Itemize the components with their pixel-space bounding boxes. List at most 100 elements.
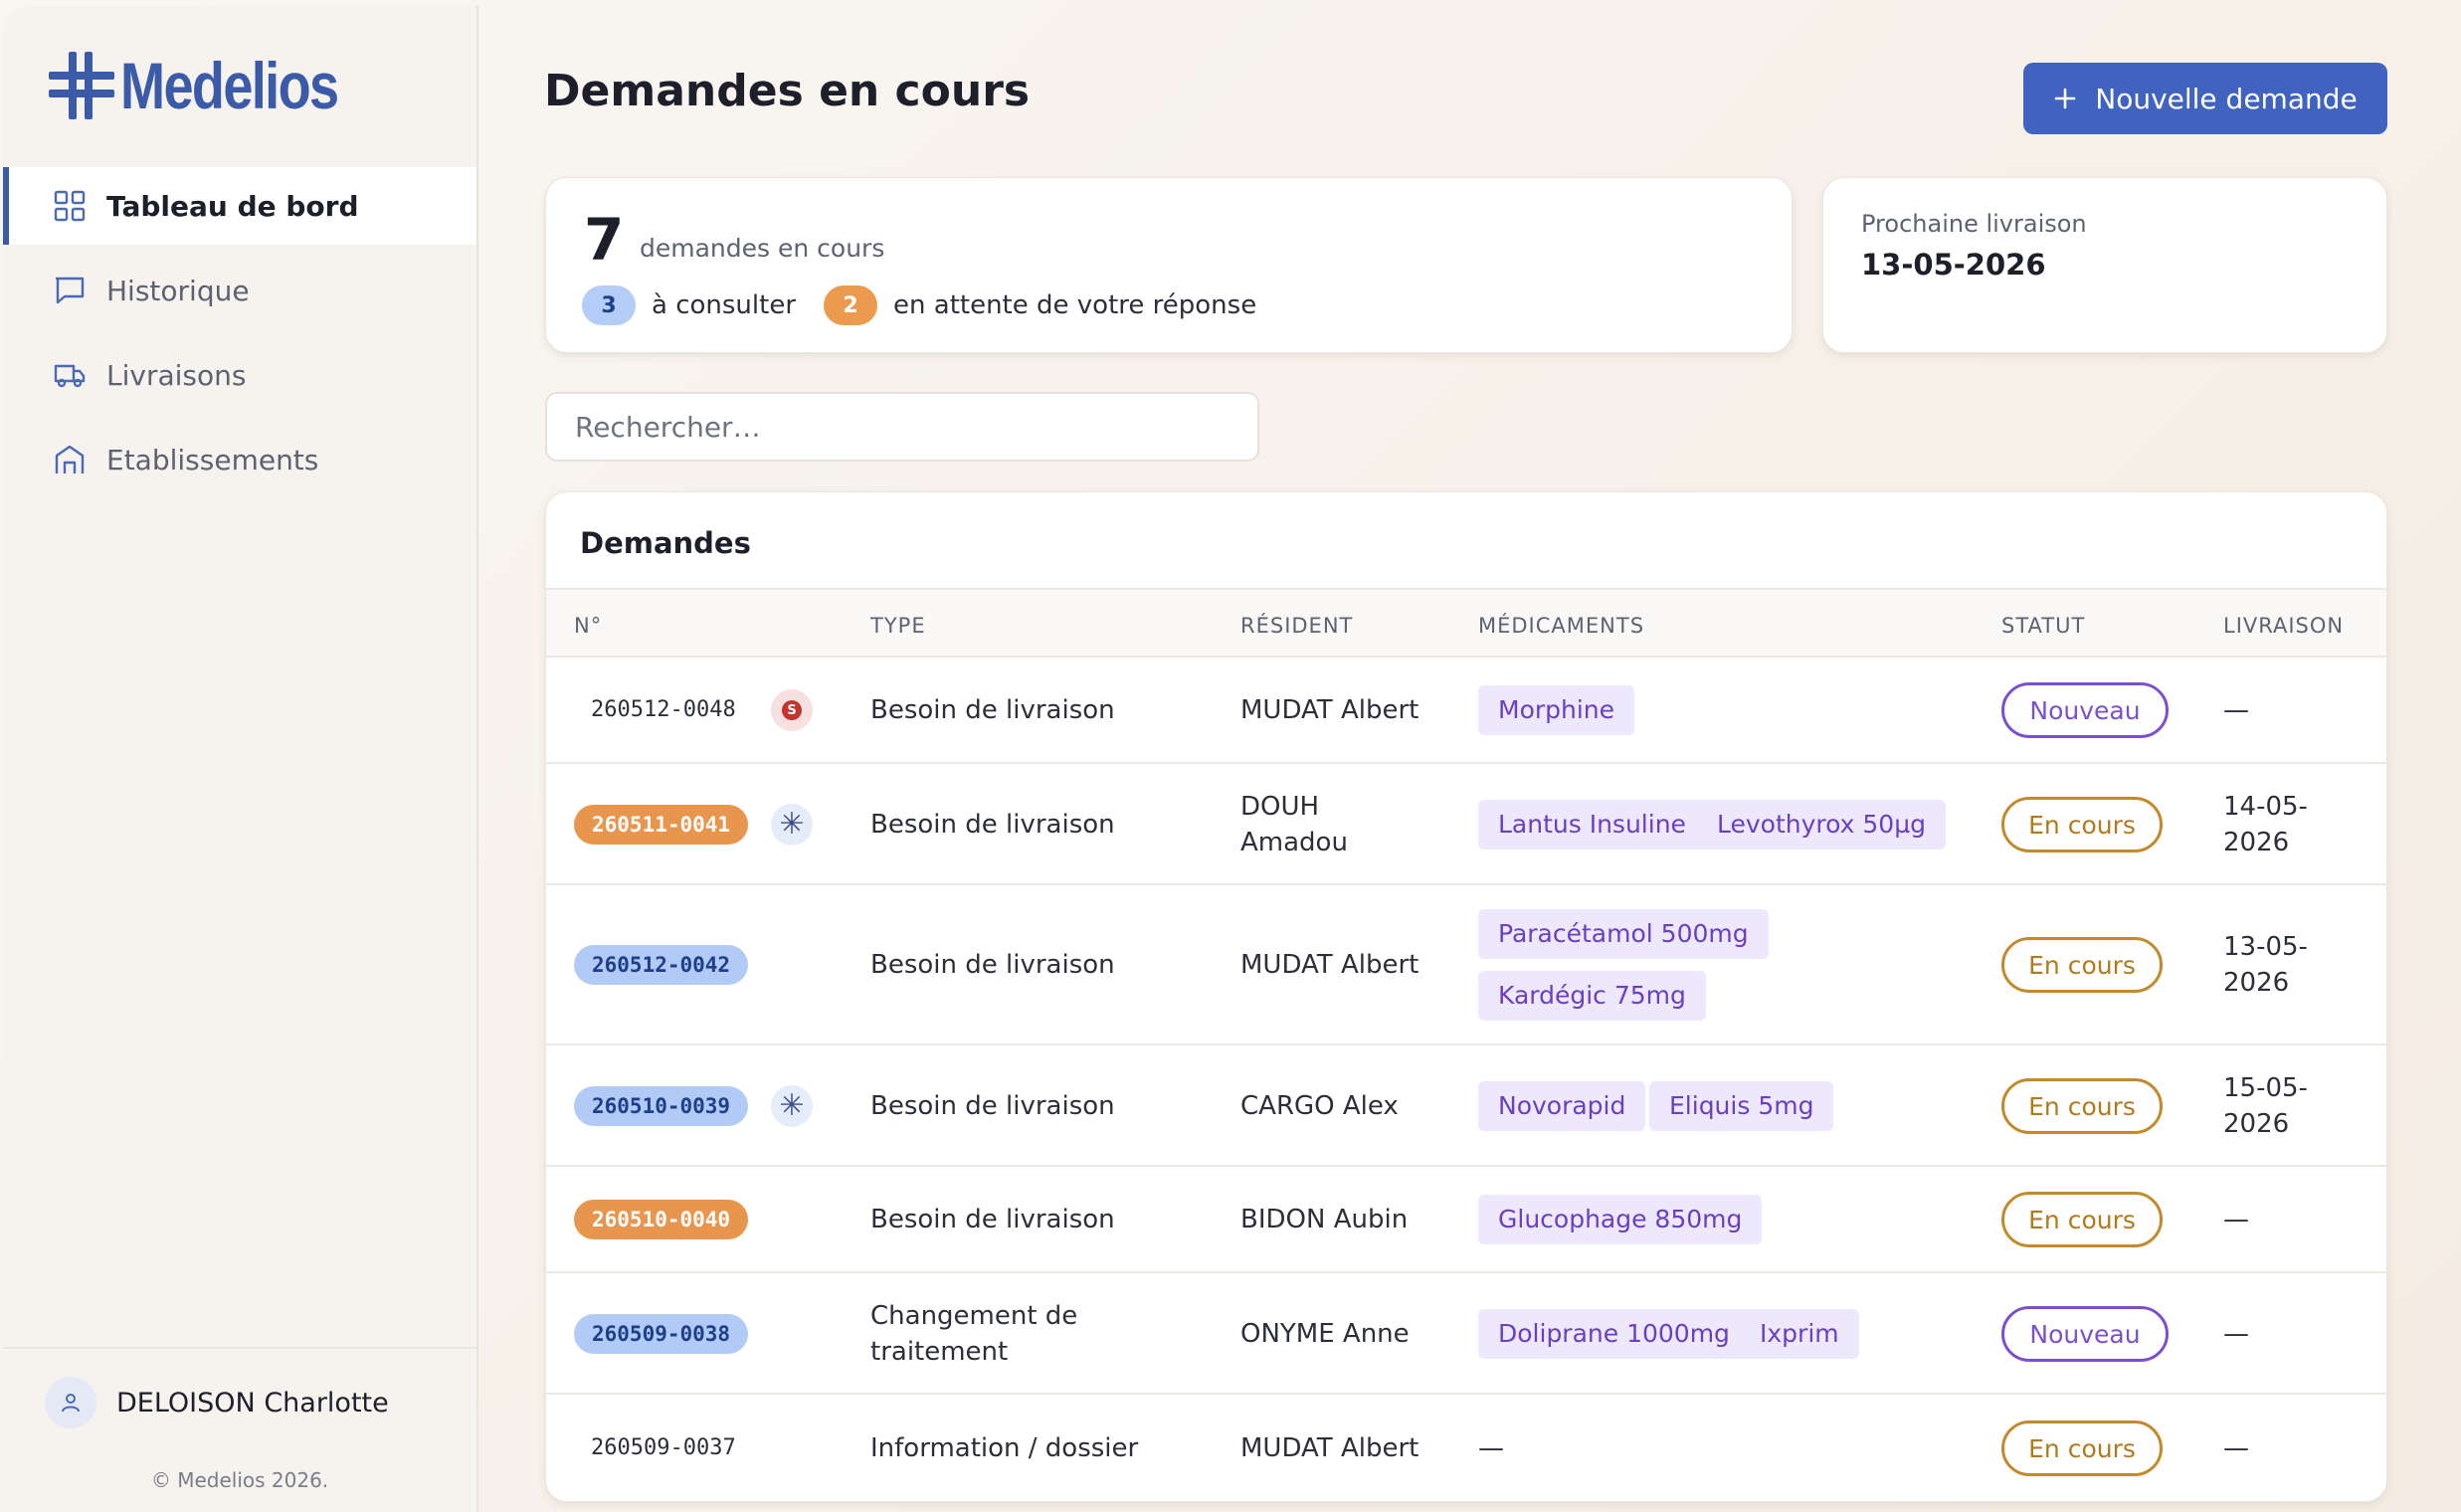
request-number[interactable]: 260512-0048: [591, 692, 736, 728]
avatar: [45, 1377, 96, 1428]
delivery-date: 14-05-: [2223, 792, 2308, 822]
plus-icon: [2054, 88, 2076, 109]
medications-empty: —: [1478, 1433, 1504, 1463]
table-row[interactable]: 260512-0048 S Besoin de livraison MUDAT …: [546, 658, 2386, 764]
medication-tag: Doliprane 1000mg: [1478, 1309, 1750, 1359]
sidebar-item-establishments[interactable]: Etablissements: [3, 421, 476, 498]
column-header-status[interactable]: STATUT: [2001, 614, 2085, 638]
delivery-date-line2: 2026: [2223, 828, 2290, 857]
column-header-type[interactable]: TYPE: [870, 614, 926, 638]
status-badge: Nouveau: [2001, 682, 2169, 738]
resident-name: MUDAT Albert: [1240, 1433, 1420, 1463]
new-request-button[interactable]: Nouvelle demande: [2023, 63, 2387, 134]
awaiting-label: en attente de votre réponse: [893, 290, 1257, 320]
next-delivery-date: 13-05-2026: [1861, 248, 2046, 282]
logo[interactable]: Medelios: [47, 48, 385, 123]
sidebar-nav: Tableau de bord Historique Livraisons Et…: [3, 167, 476, 505]
request-number[interactable]: 260509-0038: [574, 1314, 749, 1354]
request-type: Information / dossier: [870, 1433, 1139, 1463]
page-title: Demandes en cours: [544, 66, 1031, 116]
requests-count: 7: [584, 206, 625, 274]
table-row[interactable]: 260510-0039 ✳ Besoin de livraison CARGO …: [546, 1045, 2386, 1167]
snowflake-icon: ✳: [779, 807, 805, 842]
chat-icon: [55, 277, 85, 304]
sidebar-item-label: Etablissements: [106, 443, 319, 476]
request-number[interactable]: 260511-0041: [574, 805, 749, 845]
status-badge: En cours: [2001, 1078, 2163, 1134]
delivery-date: —: [2223, 695, 2249, 725]
medication-tag: Eliquis 5mg: [1649, 1081, 1834, 1131]
requests-count-label: demandes en cours: [640, 234, 885, 263]
sidebar-item-label: Historique: [106, 274, 250, 307]
medication-tag: Ixprim: [1740, 1309, 1859, 1359]
delivery-date: 13-05-: [2223, 932, 2308, 962]
next-delivery-label: Prochaine livraison: [1861, 210, 2087, 238]
truck-icon: [54, 364, 86, 388]
delivery-date-line2: 2026: [2223, 1109, 2290, 1139]
sidebar-item-label: Tableau de bord: [106, 189, 359, 223]
sidebar-item-label: Livraisons: [106, 358, 247, 392]
medelios-cross-icon: [49, 52, 114, 119]
request-number[interactable]: 260510-0039: [574, 1086, 749, 1126]
user-name: DELOISON Charlotte: [116, 1387, 389, 1418]
request-type: Besoin de livraison: [870, 1091, 1115, 1121]
resident-name: CARGO Alex: [1240, 1091, 1399, 1121]
resident-name: BIDON Aubin: [1240, 1205, 1409, 1234]
snowflake-icon: ✳: [779, 1088, 805, 1123]
resident-name: ONYME Anne: [1240, 1319, 1410, 1349]
awaiting-count[interactable]: 2: [824, 285, 878, 325]
table-title: Demandes: [580, 526, 751, 560]
copyright: © Medelios 2026.: [150, 1468, 329, 1492]
sidebar-item-dashboard[interactable]: Tableau de bord: [3, 167, 476, 245]
to-consult-count[interactable]: 3: [582, 285, 636, 325]
request-type-line2: traitement: [870, 1337, 1009, 1367]
table-row[interactable]: 260509-0038 Changement de traitement ONY…: [546, 1273, 2386, 1395]
table-row[interactable]: 260512-0042 Besoin de livraison MUDAT Al…: [546, 885, 2386, 1045]
medication-tag: Morphine: [1478, 685, 1635, 735]
status-badge: En cours: [2001, 797, 2163, 852]
sidebar-item-history[interactable]: Historique: [3, 252, 476, 329]
stats-badges: 3 à consulter 2 en attente de votre répo…: [582, 285, 1284, 325]
request-number[interactable]: 260512-0042: [574, 945, 749, 985]
delivery-date: —: [2223, 1205, 2249, 1234]
medication-tag: Levothyrox 50µg: [1697, 800, 1946, 850]
user-profile[interactable]: DELOISON Charlotte: [45, 1377, 389, 1428]
resident-name: DOUH: [1240, 792, 1320, 822]
sidebar-item-deliveries[interactable]: Livraisons: [3, 336, 476, 414]
status-badge: Nouveau: [2001, 1306, 2169, 1362]
medication-tag: Novorapid: [1478, 1081, 1646, 1131]
cold-chain-flag: ✳: [771, 1085, 813, 1127]
user-icon: [62, 1394, 80, 1413]
column-header-number[interactable]: N°: [574, 614, 602, 638]
stats-card: 7 demandes en cours 3 à consulter 2 en a…: [545, 177, 1793, 353]
resident-name-line2: Amadou: [1240, 828, 1348, 857]
table-row[interactable]: 260510-0040 Besoin de livraison BIDON Au…: [546, 1167, 2386, 1273]
table-row[interactable]: 260509-0037 Information / dossier MUDAT …: [546, 1395, 2386, 1501]
status-badge: En cours: [2001, 1420, 2163, 1476]
request-type: Besoin de livraison: [870, 810, 1115, 840]
column-header-medications[interactable]: MÉDICAMENTS: [1478, 614, 1644, 638]
status-badge: En cours: [2001, 937, 2163, 993]
app-root: Medelios Tableau de bord Historique Livr…: [0, 0, 2461, 1512]
medication-tag: Lantus Insuline: [1478, 800, 1706, 850]
delivery-date: 15-05-: [2223, 1073, 2308, 1103]
urgent-flag: S: [771, 689, 813, 731]
table-row[interactable]: 260511-0041 ✳ Besoin de livraison DOUH A…: [546, 764, 2386, 885]
column-header-delivery[interactable]: LIVRAISON: [2223, 614, 2344, 638]
request-type: Besoin de livraison: [870, 695, 1115, 725]
search-input[interactable]: [545, 392, 1259, 462]
cold-chain-flag: ✳: [771, 804, 813, 846]
medication-tag: Glucophage 850mg: [1478, 1195, 1763, 1244]
to-consult-label: à consulter: [652, 290, 797, 320]
column-header-resident[interactable]: RÉSIDENT: [1240, 614, 1353, 638]
delivery-date: —: [2223, 1433, 2249, 1463]
next-delivery-card: Prochaine livraison 13-05-2026: [1822, 177, 2387, 353]
requests-table: Demandes N° TYPE RÉSIDENT MÉDICAMENTS ST…: [545, 491, 2387, 1502]
request-number[interactable]: 260509-0037: [591, 1430, 736, 1466]
request-number[interactable]: 260510-0040: [574, 1200, 749, 1239]
request-type: Besoin de livraison: [870, 950, 1115, 980]
resident-name: MUDAT Albert: [1240, 950, 1420, 980]
sidebar-footer: DELOISON Charlotte © Medelios 2026.: [3, 1347, 476, 1512]
building-icon: [55, 445, 85, 473]
new-request-label: Nouvelle demande: [2095, 82, 2358, 115]
